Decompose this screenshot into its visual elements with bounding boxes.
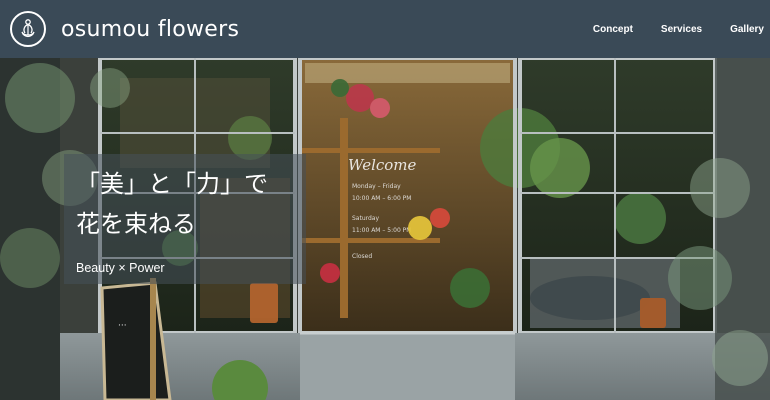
sign-hours-1: Monday – Friday <box>352 183 401 190</box>
hero-catch: 「美」と「力」で 花を束ねる <box>76 164 268 244</box>
main-nav: Concept Services Gallery <box>565 0 764 58</box>
hero-catch-line-2: 花を束ねる <box>76 210 196 238</box>
nav-gallery[interactable]: Gallery <box>730 24 764 35</box>
flower-icon <box>21 19 35 38</box>
hero-catch-line-1: 「美」と「力」で <box>76 170 268 198</box>
sign-hours-3: Saturday <box>352 215 379 222</box>
logo-icon[interactable] <box>10 11 46 47</box>
brand-name[interactable]: osumou flowers <box>61 17 239 42</box>
nav-concept[interactable]: Concept <box>593 24 633 35</box>
sign-hours-5: Closed <box>352 253 372 260</box>
hero-copy-box: 「美」と「力」で 花を束ねる Beauty × Power <box>64 154 306 284</box>
svg-text:···: ··· <box>118 321 127 331</box>
sign-title: Welcome <box>348 156 417 174</box>
hero-subline: Beauty × Power <box>76 261 165 275</box>
nav-services[interactable]: Services <box>661 24 702 35</box>
site-header: osumou flowers Concept Services Gallery <box>0 0 770 58</box>
sign-hours-4: 11:00 AM – 5:00 PM <box>352 227 411 234</box>
sign-hours-2: 10:00 AM – 6:00 PM <box>352 195 411 202</box>
door-panel <box>300 333 515 400</box>
